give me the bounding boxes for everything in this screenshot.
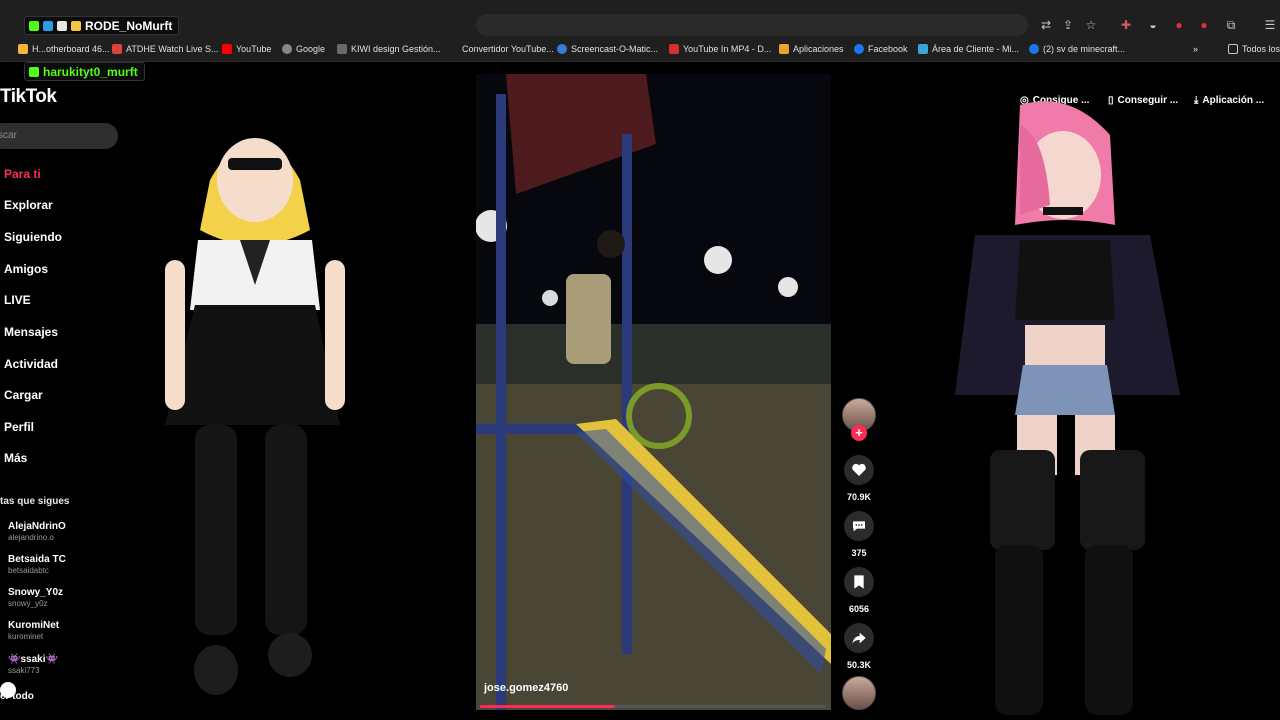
bookmark-folder[interactable]: Todos los xyxy=(1228,44,1280,54)
video-player[interactable] xyxy=(476,74,831,710)
tiktok-logo[interactable]: TikTok xyxy=(0,86,57,108)
nav-item-upload[interactable]: Cargar xyxy=(4,388,43,402)
favicon-icon xyxy=(918,44,928,54)
nav-item-friends[interactable]: Amigos xyxy=(4,262,48,276)
nav-item-explore[interactable]: Explorar xyxy=(4,198,53,212)
video-frame xyxy=(476,74,831,710)
bookmark-item[interactable]: Facebook xyxy=(854,44,908,54)
nav-item-profile[interactable]: Perfil xyxy=(4,420,34,434)
followed-account[interactable]: Betsaida TC betsaidabtc xyxy=(8,554,66,575)
kick-icon xyxy=(29,66,39,77)
nav-item-messages[interactable]: Mensajes xyxy=(4,325,58,339)
video-progress-fill xyxy=(480,705,615,708)
bookmark-item[interactable]: Screencast-O-Matic... xyxy=(557,44,658,54)
download-app-button[interactable]: ⤓ Aplicación ... xyxy=(1194,90,1264,110)
followed-account[interactable]: Snowy_Y0z snowy_y0z xyxy=(8,587,63,608)
followed-account[interactable]: AlejaNdrinO alejandrino.o xyxy=(8,521,66,542)
extensions-puzzle-icon[interactable]: ⧉ xyxy=(1223,17,1239,33)
search-input[interactable]: scar xyxy=(0,123,118,149)
followed-account[interactable]: KuromiNet kurominet xyxy=(8,620,59,641)
favicon-icon xyxy=(112,44,122,54)
music-disc-avatar[interactable] xyxy=(842,676,876,710)
bookmark-item[interactable]: Google xyxy=(282,44,325,54)
nav-item-following[interactable]: Siguiendo xyxy=(4,230,62,244)
install-icon[interactable]: ⇪ xyxy=(1060,17,1076,33)
viewer-name-tag: harukityt0_murft xyxy=(24,62,145,81)
bookmark-item[interactable]: Aplicaciones xyxy=(779,44,844,54)
apps-grid-icon xyxy=(779,44,789,54)
facebook-icon xyxy=(854,44,864,54)
globe-icon xyxy=(282,44,292,54)
favicon-icon xyxy=(669,44,679,54)
follow-plus-icon[interactable]: + xyxy=(851,425,867,441)
favicon-icon xyxy=(18,44,28,54)
bookmark-item[interactable]: YouTube In MP4 - D... xyxy=(669,44,771,54)
bookmarks-bar: H...otherboard 46... ATDHE Watch Live S.… xyxy=(0,39,1280,62)
bookmarks-overflow-icon[interactable]: » xyxy=(1193,44,1198,54)
address-bar[interactable] xyxy=(476,14,1028,36)
translate-icon[interactable]: ⇄ xyxy=(1038,17,1054,33)
save-button[interactable] xyxy=(844,567,874,597)
nav-item-more[interactable]: Más xyxy=(4,451,27,465)
share-count: 50.3K xyxy=(846,660,872,670)
followed-account[interactable]: 👾ssaki👾 ssaki773 xyxy=(8,654,58,675)
video-author-username[interactable]: jose.gomez4760 xyxy=(484,682,568,694)
like-button[interactable] xyxy=(844,455,874,485)
bookmark-item[interactable]: (2) sv de minecraft... xyxy=(1029,44,1125,54)
badge-icon xyxy=(57,20,67,31)
bookmark-item[interactable]: ATDHE Watch Live S... xyxy=(112,44,219,54)
facebook-icon xyxy=(1029,44,1039,54)
vtuber-avatar-left xyxy=(165,138,345,695)
comment-count: 375 xyxy=(851,548,867,558)
bookmark-icon xyxy=(854,575,864,589)
extension-icon[interactable]: ✚ xyxy=(1118,17,1134,33)
bookmark-item[interactable]: KIWI design Gestión... xyxy=(337,44,441,54)
bookmark-item[interactable]: Área de Cliente - Mi... xyxy=(918,44,1019,54)
streamer-name-tag: RODE_NoMurft xyxy=(24,16,180,35)
browser-tab-strip xyxy=(0,0,1280,12)
nav-item-activity[interactable]: Actividad xyxy=(4,357,58,371)
comment-icon xyxy=(853,521,865,532)
kick-icon xyxy=(29,20,39,31)
bookmark-item[interactable]: H...otherboard 46... xyxy=(18,44,110,54)
folder-icon xyxy=(1228,44,1238,54)
like-count: 70.9K xyxy=(846,492,872,502)
crown-icon xyxy=(71,20,81,31)
share-arrow-icon xyxy=(852,632,866,644)
bookmark-item[interactable]: YouTube xyxy=(222,44,271,54)
heart-icon xyxy=(852,463,866,476)
bookmark-item[interactable]: Convertidor YouTube... xyxy=(462,44,554,54)
bookmark-star-icon[interactable]: ☆ xyxy=(1083,17,1099,33)
nav-item-live[interactable]: LIVE xyxy=(4,293,31,307)
youtube-icon xyxy=(222,44,232,54)
save-count: 6056 xyxy=(848,604,870,614)
extension-icon[interactable]: ◒ xyxy=(1145,17,1161,33)
favicon-icon xyxy=(557,44,567,54)
extension-icon[interactable]: ● xyxy=(1196,17,1212,33)
share-button[interactable] xyxy=(844,623,874,653)
see-all-link[interactable]: er todo xyxy=(0,691,34,702)
following-accounts-title: tas que sigues xyxy=(0,496,70,507)
favicon-icon xyxy=(337,44,347,54)
nav-item-for-you[interactable]: Para ti xyxy=(4,167,41,181)
video-progress-bar[interactable] xyxy=(480,705,826,708)
badge-icon xyxy=(43,20,53,31)
vtuber-avatar-right xyxy=(955,101,1180,715)
extension-icon[interactable]: ● xyxy=(1171,17,1187,33)
comment-button[interactable] xyxy=(844,511,874,541)
menu-icon[interactable]: ☰ xyxy=(1262,17,1278,33)
browser-toolbar: ⇄ ⇪ ☆ ✚ ◒ ● ● ⧉ ☰ xyxy=(0,12,1280,39)
